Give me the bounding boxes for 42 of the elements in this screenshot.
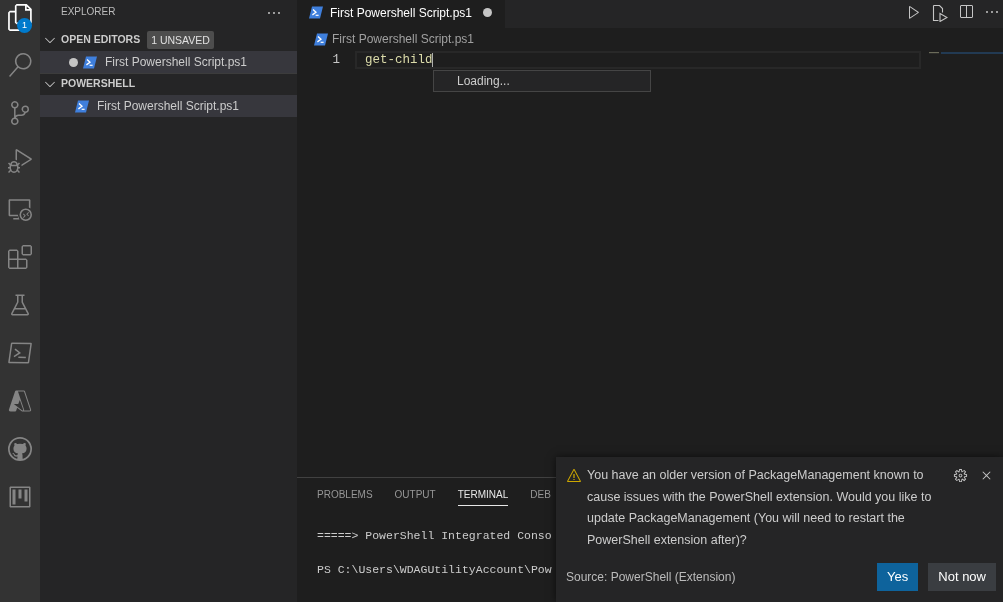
notification-message: You have an older version of PackageManagement known to cause issues with the PowerShell extension. Would you like to update PackageManagement (You will need to restart the PowerShell extension after)? [587, 467, 933, 549]
prompt-file-icon [75, 99, 89, 113]
explorer-title: EXPLORER [61, 5, 116, 19]
bug-play-icon[interactable] [8, 149, 32, 173]
cat-logo-icon[interactable] [8, 437, 32, 461]
search-icon[interactable] [8, 53, 32, 77]
section-header[interactable]: POWERSHELL [40, 73, 297, 95]
prompt-file-icon [83, 55, 97, 69]
panel-tab[interactable]: DEB [530, 489, 551, 506]
yes-button[interactable]: Yes [877, 563, 919, 591]
text-cursor [432, 53, 434, 67]
prompt-file-icon [314, 32, 328, 46]
notification-source: Source: PowerShell (Extension) [566, 569, 736, 586]
warning-icon [566, 468, 582, 484]
dismiss-button[interactable]: Not now [928, 563, 996, 591]
kanban-icon[interactable] [8, 485, 32, 509]
terminal-line: PS C:\Users\WDAGUtilityAccount\Pow [317, 562, 552, 578]
count-badge: 1 [17, 18, 32, 33]
panel-tab[interactable]: OUTPUT [394, 489, 436, 506]
branch-icon[interactable] [8, 101, 32, 125]
terminal-prompt-icon[interactable] [8, 341, 32, 365]
unsaved-count-badge: 1 UNSAVED [147, 31, 214, 49]
monitor-icon[interactable] [8, 197, 32, 221]
breadcrumb[interactable]: First Powershell Script.ps1 [332, 30, 475, 48]
line-number: 1 [332, 52, 340, 69]
split-editor-icon[interactable] [958, 4, 974, 20]
loading-text: Loading... [457, 73, 510, 90]
panel-tab[interactable]: TERMINAL [457, 489, 509, 506]
section-header[interactable]: OPEN EDITORS 1 UNSAVED [40, 29, 297, 51]
triangle-logo-icon[interactable] [8, 389, 32, 413]
flask-icon[interactable] [8, 293, 32, 317]
editor-tab[interactable]: First Powershell Script.ps1 [297, 0, 505, 28]
prompt-file-icon [309, 6, 323, 19]
file-item[interactable]: First Powershell Script.ps1 [40, 95, 297, 117]
settings-icon[interactable] [953, 468, 968, 483]
terminal-line: =====> PowerShell Integrated Conso [317, 528, 552, 544]
code-text: get-child [364, 53, 433, 67]
file-play-icon[interactable] [932, 4, 948, 22]
run-icon[interactable] [906, 4, 922, 20]
panel-tab[interactable]: PROBLEMS [317, 489, 373, 506]
file-item[interactable]: First Powershell Script.ps1 [40, 51, 297, 73]
blocks-icon[interactable] [8, 245, 32, 269]
